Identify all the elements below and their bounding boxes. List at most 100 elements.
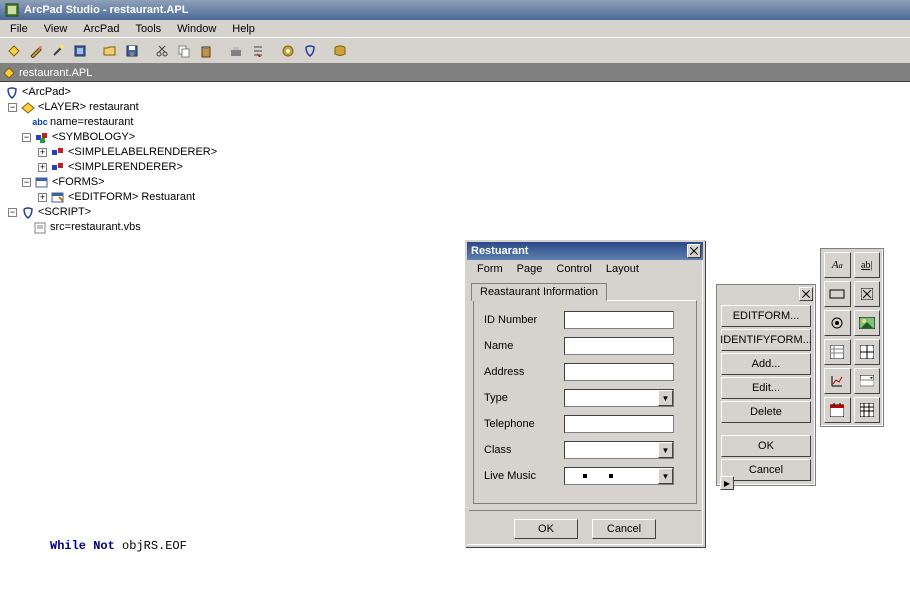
expander-icon[interactable]: − xyxy=(8,208,17,217)
handle-icon xyxy=(609,474,613,478)
label-livemusic: Live Music xyxy=(484,470,564,482)
tab-restaurant-info[interactable]: Reastaurant Information xyxy=(471,283,607,301)
menu-window[interactable]: Window xyxy=(171,22,222,36)
pal-button-icon[interactable] xyxy=(824,281,851,307)
name-input[interactable] xyxy=(564,337,674,355)
tool-config-icon[interactable] xyxy=(70,41,90,61)
document-bar: restaurant.APL xyxy=(0,64,910,82)
renderer-icon xyxy=(50,146,66,160)
form-designer-dialog: Restuarant Form Page Control Layout Reas… xyxy=(465,240,705,547)
delete-button[interactable]: Delete xyxy=(721,401,811,423)
tool-open-icon[interactable] xyxy=(100,41,120,61)
menu-file[interactable]: File xyxy=(4,22,34,36)
app-title: ArcPad Studio - restaurant.APL xyxy=(24,4,188,16)
tool-wand-icon[interactable] xyxy=(48,41,68,61)
dialog-menu: Form Page Control Layout xyxy=(467,260,703,278)
tree-editform[interactable]: <EDITFORM> Restuarant xyxy=(68,190,195,205)
expander-icon[interactable]: − xyxy=(22,133,31,142)
dialog-body: ID Number Name Address Type▼ Telephone C… xyxy=(473,300,697,504)
dlg-menu-layout[interactable]: Layout xyxy=(600,262,645,276)
chevron-down-icon[interactable]: ▼ xyxy=(658,442,673,458)
pal-datepicker-icon[interactable] xyxy=(824,397,851,423)
abc-icon: abc xyxy=(32,116,48,130)
pal-chart-icon[interactable] xyxy=(824,368,851,394)
pal-textbox-icon[interactable]: ab| xyxy=(854,252,881,278)
app-icon xyxy=(4,2,20,18)
tree-name[interactable]: name=restaurant xyxy=(50,115,133,130)
close-icon[interactable] xyxy=(687,244,701,258)
document-tab[interactable]: restaurant.APL xyxy=(19,67,92,79)
pal-checkbox-icon[interactable] xyxy=(854,281,881,307)
dialog-titlebar[interactable]: Restuarant xyxy=(467,242,703,260)
tool-paste-icon[interactable] xyxy=(196,41,216,61)
expander-icon[interactable]: − xyxy=(22,178,31,187)
id-input from[interactable] xyxy=(564,311,674,329)
ok-button[interactable]: OK xyxy=(721,435,811,457)
tool-cut-icon[interactable] xyxy=(152,41,172,61)
tool-db-icon[interactable] xyxy=(330,41,350,61)
dialog-ok-button[interactable]: OK xyxy=(514,519,578,539)
pal-radio-icon[interactable] xyxy=(824,310,851,336)
telephone-input[interactable] xyxy=(564,415,674,433)
tree-sr[interactable]: <SIMPLERENDERER> xyxy=(68,160,183,175)
doc-icon xyxy=(2,66,16,80)
expander-icon[interactable]: + xyxy=(38,193,47,202)
tree-slr[interactable]: <SIMPLELABELRENDERER> xyxy=(68,145,217,160)
dialog-cancel-button[interactable]: Cancel xyxy=(592,519,656,539)
cancel-button[interactable]: Cancel xyxy=(721,459,811,481)
tree-src[interactable]: src=restaurant.vbs xyxy=(50,220,141,235)
address-input[interactable] xyxy=(564,363,674,381)
renderer-icon xyxy=(50,161,66,175)
expander-icon[interactable]: − xyxy=(8,103,17,112)
label-telephone: Telephone xyxy=(484,418,564,430)
script-icon xyxy=(20,206,36,220)
identifyform-button[interactable]: IDENTIFYFORM... xyxy=(721,329,811,351)
forms-icon xyxy=(34,176,50,190)
src-icon xyxy=(32,221,48,235)
add-button[interactable]: Add... xyxy=(721,353,811,375)
type-select[interactable]: ▼ xyxy=(564,389,674,407)
chevron-down-icon[interactable]: ▼ xyxy=(658,468,673,484)
menu-help[interactable]: Help xyxy=(226,22,261,36)
tool-script-icon[interactable] xyxy=(300,41,320,61)
pal-table-icon[interactable] xyxy=(854,397,881,423)
tool-misc1-icon[interactable] xyxy=(226,41,246,61)
pal-label-icon[interactable]: Aa xyxy=(824,252,851,278)
expander-icon[interactable]: + xyxy=(38,148,47,157)
expander-icon[interactable]: + xyxy=(38,163,47,172)
label-type: Type xyxy=(484,392,564,404)
menu-tools[interactable]: Tools xyxy=(129,22,167,36)
label-address: Address xyxy=(484,366,564,378)
tool-edit-icon[interactable] xyxy=(26,41,46,61)
pal-image-icon[interactable] xyxy=(854,310,881,336)
menu-bar: File View ArcPad Tools Window Help xyxy=(0,20,910,38)
tool-gear-icon[interactable] xyxy=(278,41,298,61)
tool-copy-icon[interactable] xyxy=(174,41,194,61)
tree-root[interactable]: <ArcPad> xyxy=(22,85,71,100)
dlg-menu-control[interactable]: Control xyxy=(550,262,597,276)
tree-layer[interactable]: <LAYER> restaurant xyxy=(38,100,139,115)
dlg-menu-page[interactable]: Page xyxy=(511,262,549,276)
chevron-down-icon[interactable]: ▼ xyxy=(658,390,673,406)
class-select[interactable]: ▼ xyxy=(564,441,674,459)
menu-view[interactable]: View xyxy=(38,22,74,36)
close-icon[interactable] xyxy=(799,287,813,301)
tree-root-icon xyxy=(4,86,20,100)
tool-save-icon[interactable] xyxy=(122,41,142,61)
editform-button[interactable]: EDITFORM... xyxy=(721,305,811,327)
edit-button[interactable]: Edit... xyxy=(721,377,811,399)
tree-forms[interactable]: <FORMS> xyxy=(52,175,105,190)
menu-arcpad[interactable]: ArcPad xyxy=(77,22,125,36)
pal-grid-icon[interactable] xyxy=(854,339,881,365)
dlg-menu-form[interactable]: Form xyxy=(471,262,509,276)
tool-misc2-icon[interactable] xyxy=(248,41,268,61)
scroll-right-icon[interactable]: ▶ xyxy=(720,476,734,490)
control-palette: Aa ab| xyxy=(820,248,884,427)
livemusic-select[interactable]: ▼ xyxy=(564,467,674,485)
tree-symbology[interactable]: <SYMBOLOGY> xyxy=(52,130,135,145)
pal-listbox-icon[interactable] xyxy=(824,339,851,365)
tool-layer-icon[interactable] xyxy=(4,41,24,61)
pal-combo-icon[interactable] xyxy=(854,368,881,394)
layer-icon xyxy=(20,101,36,115)
tree-script[interactable]: <SCRIPT> xyxy=(38,205,91,220)
